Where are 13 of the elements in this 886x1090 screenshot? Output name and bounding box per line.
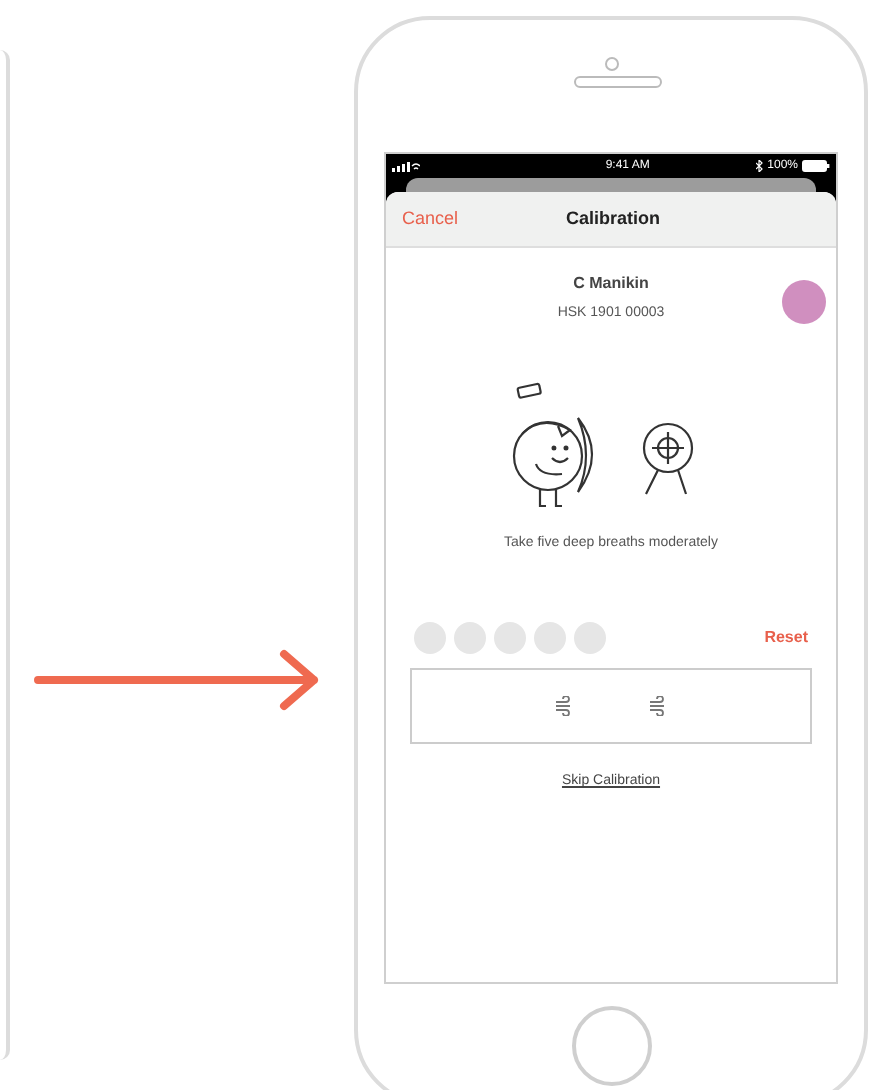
bluetooth-icon <box>755 160 764 172</box>
wind-icon <box>554 696 574 716</box>
speaker-slot <box>573 76 661 88</box>
screen-title: Calibration <box>566 205 661 232</box>
wind-icon <box>648 696 668 716</box>
cancel-button[interactable]: Cancel <box>402 205 459 233</box>
arrow-icon <box>34 648 320 712</box>
device-name: C Manikin <box>573 272 649 296</box>
reset-button[interactable]: Reset <box>764 626 808 650</box>
battery-icon <box>802 160 830 172</box>
camera-icon <box>603 56 619 72</box>
home-button[interactable] <box>571 1006 651 1086</box>
signal-icon <box>392 161 420 171</box>
